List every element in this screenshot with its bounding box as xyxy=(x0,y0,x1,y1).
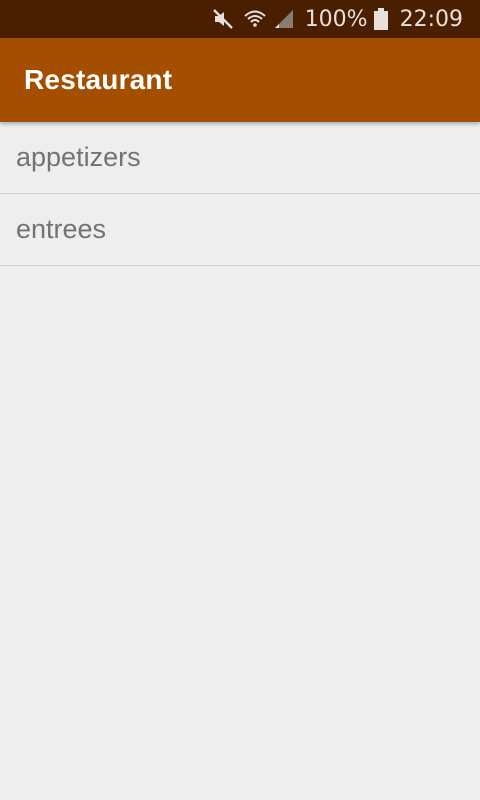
mute-icon xyxy=(211,7,235,31)
list-item-appetizers[interactable]: appetizers xyxy=(0,122,480,194)
menu-list: appetizers entrees xyxy=(0,122,480,266)
list-item-label: entrees xyxy=(16,214,107,244)
list-item-label: appetizers xyxy=(16,142,141,172)
battery-percentage: 100% xyxy=(304,6,368,32)
wifi-icon xyxy=(243,7,267,31)
battery-icon xyxy=(373,8,388,30)
list-item-entrees[interactable]: entrees xyxy=(0,194,480,266)
app-title: Restaurant xyxy=(24,64,173,95)
clock: 22:09 xyxy=(399,6,463,32)
signal-icon xyxy=(273,8,295,30)
app-bar: Restaurant xyxy=(0,38,480,122)
status-bar: 100% 22:09 xyxy=(0,0,480,38)
